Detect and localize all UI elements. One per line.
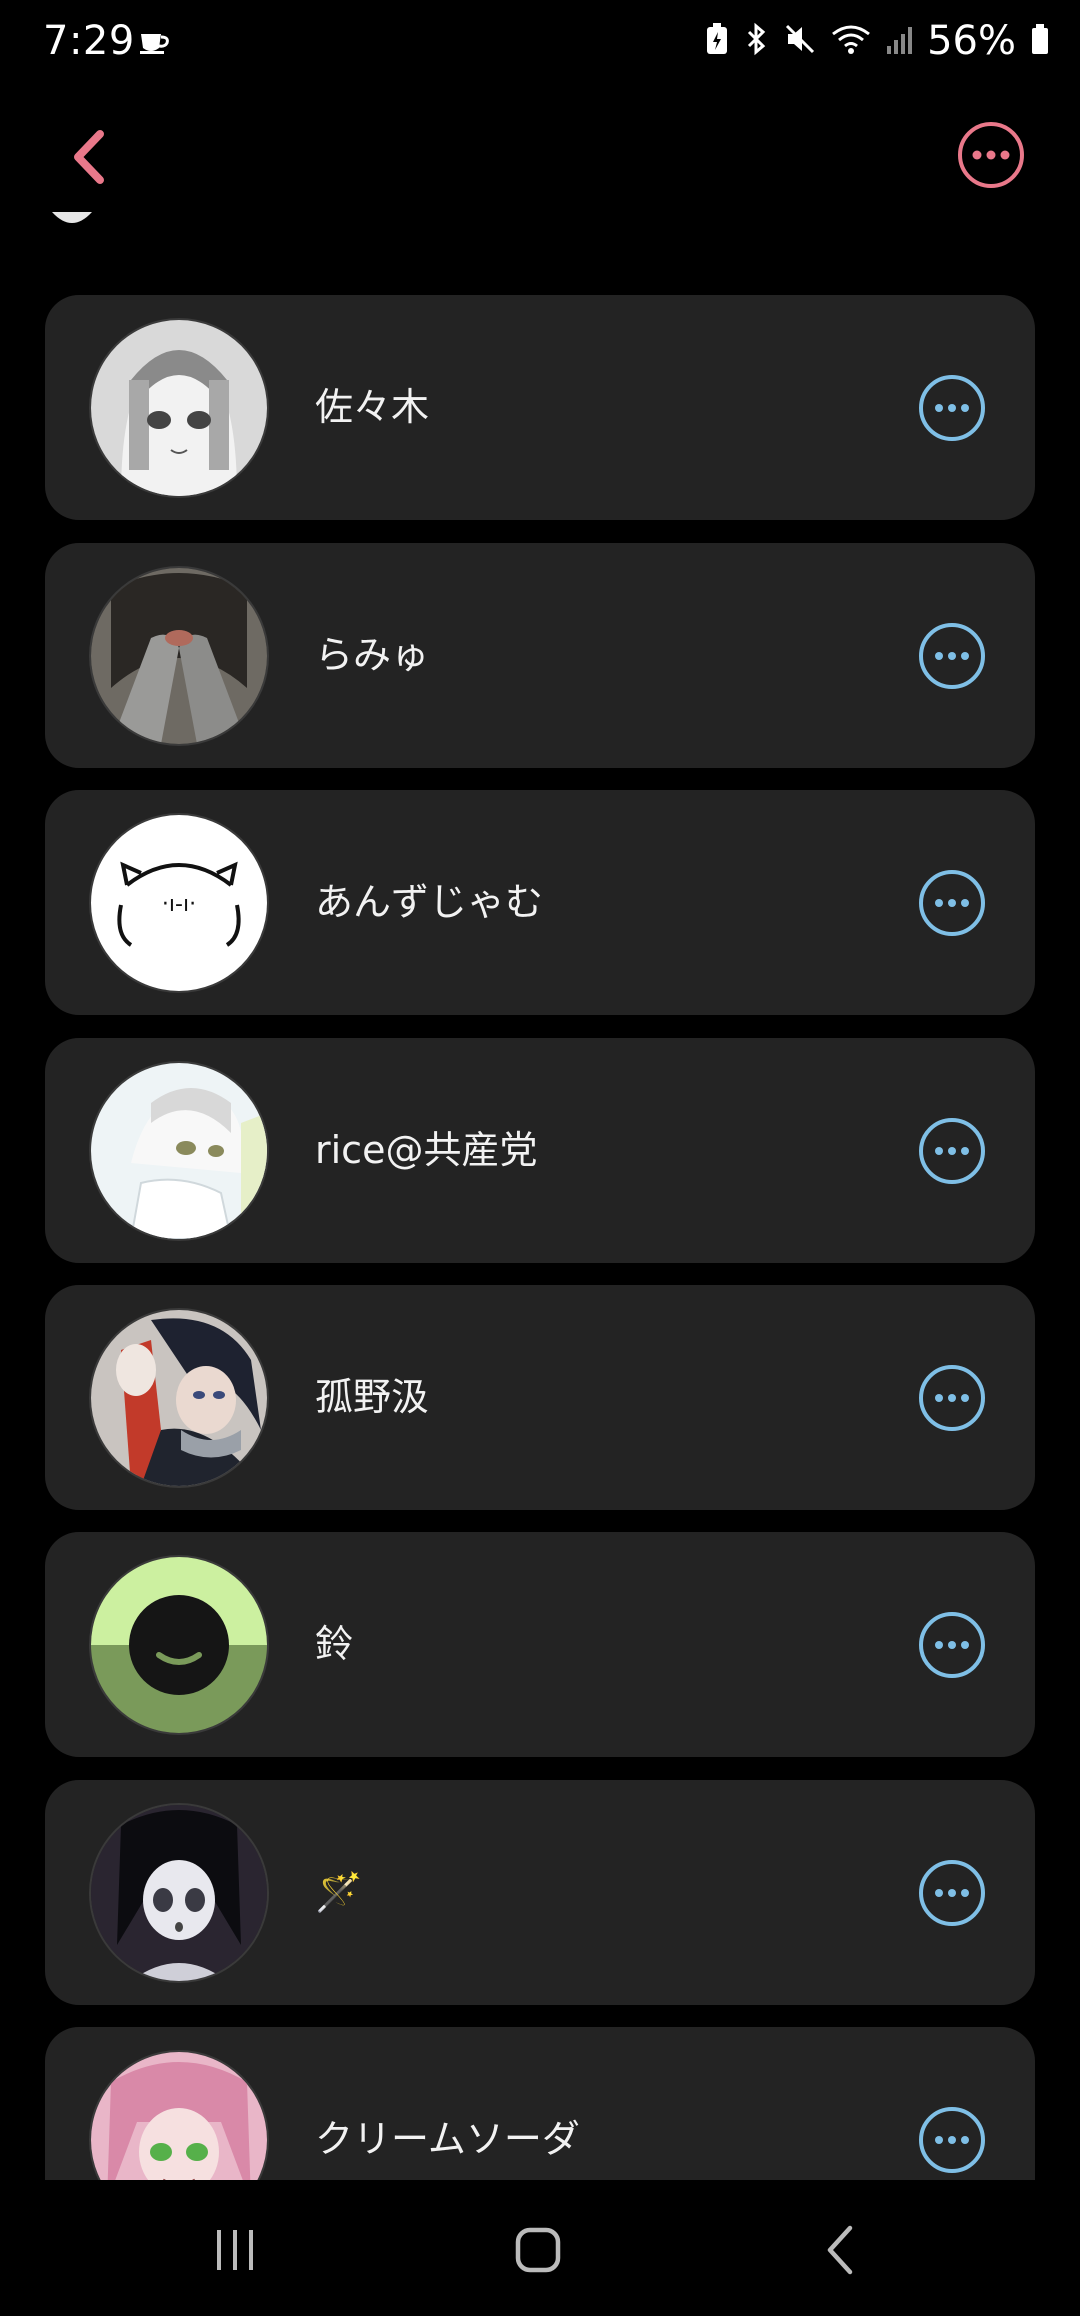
more-options-icon[interactable] (918, 1364, 986, 1432)
user-row[interactable]: rice@共産党 (45, 1038, 1035, 1263)
more-options-icon[interactable] (918, 622, 986, 690)
nav-back-button[interactable] (800, 2210, 880, 2290)
system-nav-bar (0, 2180, 1080, 2316)
recents-icon (217, 2230, 253, 2270)
back-icon (827, 2225, 853, 2275)
svg-text:·ı-ı·: ·ı-ı· (162, 892, 196, 917)
user-row[interactable]: クリームソーダ (45, 2027, 1035, 2180)
status-icons: 56% (705, 18, 1050, 64)
user-name: 孤野汲 (315, 1375, 430, 1419)
battery-percent: 56% (927, 18, 1016, 64)
user-list[interactable]: 佐々木 らみゅ ·ı-ı· あんずじゃむ rice@共産党 孤野汲 鈴 🪄 クリ… (0, 0, 1080, 2180)
menu-button[interactable] (956, 120, 1026, 190)
battery-saver-icon (705, 22, 729, 60)
user-name: クリームソーダ (315, 2117, 580, 2161)
user-row[interactable]: らみゅ (45, 543, 1035, 768)
user-avatar[interactable] (91, 320, 267, 496)
user-avatar[interactable] (91, 2052, 267, 2180)
mute-icon (783, 22, 817, 60)
user-avatar[interactable] (91, 568, 267, 744)
user-row[interactable]: 🪄 (45, 1780, 1035, 2005)
user-name: 佐々木 (315, 385, 430, 429)
user-avatar[interactable] (91, 1310, 267, 1486)
user-name: rice@共産党 (315, 1128, 538, 1172)
more-options-icon[interactable] (918, 2106, 986, 2174)
user-name: 🪄 (315, 1870, 363, 1914)
user-name: 鈴 (315, 1622, 354, 1666)
user-row[interactable]: 孤野汲 (45, 1285, 1035, 1510)
signal-icon (885, 22, 913, 60)
more-options-icon[interactable] (918, 1859, 986, 1927)
back-button[interactable] (62, 126, 118, 188)
more-options-icon[interactable] (918, 1117, 986, 1185)
user-name: らみゅ (315, 633, 430, 677)
user-avatar[interactable] (91, 1557, 267, 1733)
user-row[interactable]: 鈴 (45, 1532, 1035, 1757)
more-horizontal-circle-icon (958, 122, 1024, 188)
more-options-icon[interactable] (918, 374, 986, 442)
more-options-icon[interactable] (918, 869, 986, 937)
user-row[interactable]: 佐々木 (45, 295, 1035, 520)
chevron-left-icon (74, 130, 104, 184)
status-bar: 7:29 56% (0, 0, 1080, 92)
user-avatar[interactable] (91, 1063, 267, 1239)
more-options-icon[interactable] (918, 1611, 986, 1679)
user-avatar[interactable] (91, 1805, 267, 1981)
user-name: あんずじゃむ (315, 880, 544, 924)
wifi-icon (831, 22, 871, 60)
home-button[interactable] (498, 2210, 578, 2290)
home-icon (515, 2227, 561, 2273)
top-app-bar (0, 92, 1080, 222)
battery-icon (1030, 22, 1050, 60)
coffee-cup-icon (138, 28, 172, 60)
user-row[interactable]: ·ı-ı· あんずじゃむ (45, 790, 1035, 1015)
bluetooth-icon (743, 22, 769, 60)
status-time: 7:29 (43, 18, 135, 64)
recents-button[interactable] (196, 2210, 276, 2290)
user-avatar[interactable]: ·ı-ı· (91, 815, 267, 991)
